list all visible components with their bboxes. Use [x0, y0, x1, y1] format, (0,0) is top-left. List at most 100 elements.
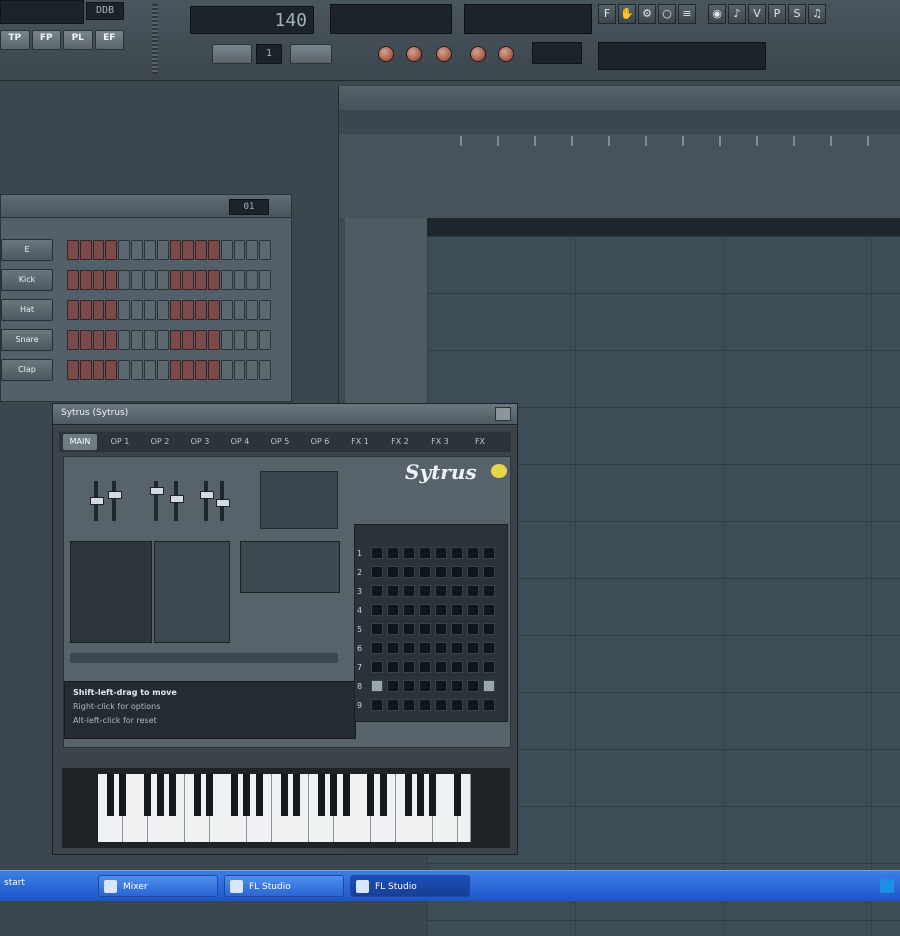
step-button[interactable]: [131, 300, 143, 320]
matrix-cell[interactable]: [387, 680, 399, 692]
tool-gear-icon[interactable]: ⚙: [638, 4, 656, 24]
step-button[interactable]: [220, 330, 233, 350]
step-button[interactable]: [79, 360, 92, 380]
matrix-cell[interactable]: [371, 699, 383, 711]
matrix-cell[interactable]: [419, 680, 431, 692]
matrix-cell[interactable]: [435, 661, 447, 673]
step-button[interactable]: [233, 300, 246, 320]
step-button[interactable]: [156, 270, 169, 290]
step-sequencer-header[interactable]: 01: [1, 195, 291, 218]
step-button[interactable]: [259, 360, 271, 380]
step-button[interactable]: [67, 270, 79, 290]
matrix-cell[interactable]: [435, 566, 447, 578]
main-menu-lcd[interactable]: [0, 0, 84, 24]
piano-keyboard[interactable]: [62, 768, 510, 848]
matrix-cell[interactable]: [451, 604, 463, 616]
step-button[interactable]: [79, 270, 92, 290]
step-button[interactable]: [92, 300, 105, 320]
step-button[interactable]: [182, 360, 195, 380]
fader-5[interactable]: [204, 481, 208, 521]
matrix-cell[interactable]: [419, 604, 431, 616]
fader-cap-4[interactable]: [170, 495, 184, 503]
step-button[interactable]: [195, 240, 207, 260]
matrix-cell[interactable]: [483, 680, 495, 692]
step-button[interactable]: [182, 270, 195, 290]
piano-black-key[interactable]: [156, 774, 164, 816]
xy-pad[interactable]: [70, 541, 152, 643]
piano-black-key[interactable]: [404, 774, 412, 816]
matrix-cell[interactable]: [483, 699, 495, 711]
tool-s-icon[interactable]: S: [788, 4, 806, 24]
step-button[interactable]: [131, 270, 143, 290]
knob-4[interactable]: [470, 46, 486, 62]
step-button[interactable]: [259, 270, 271, 290]
matrix-cell[interactable]: [371, 585, 383, 597]
matrix-cell[interactable]: [387, 642, 399, 654]
step-button[interactable]: [233, 330, 246, 350]
channel-button[interactable]: Clap: [1, 359, 53, 381]
matrix-cell[interactable]: [387, 547, 399, 559]
matrix-cell[interactable]: [403, 604, 415, 616]
tool-bars-icon[interactable]: ≡: [678, 4, 696, 24]
piano-black-key[interactable]: [367, 774, 375, 816]
piano-black-key[interactable]: [144, 774, 152, 816]
matrix-cell[interactable]: [387, 623, 399, 635]
matrix-cell[interactable]: [483, 604, 495, 616]
tool-mic-icon[interactable]: ♪: [728, 4, 746, 24]
matrix-cell[interactable]: [483, 566, 495, 578]
step-button[interactable]: [169, 330, 182, 350]
piano-black-key[interactable]: [330, 774, 338, 816]
sytrus-tab[interactable]: OP 5: [263, 434, 297, 450]
matrix-cell[interactable]: [451, 642, 463, 654]
matrix-cell[interactable]: [435, 623, 447, 635]
step-button[interactable]: [67, 360, 79, 380]
step-button[interactable]: [233, 270, 246, 290]
step-button[interactable]: [67, 330, 79, 350]
piano-black-key[interactable]: [454, 774, 462, 816]
matrix-cell[interactable]: [403, 547, 415, 559]
step-button[interactable]: [259, 300, 271, 320]
matrix-cell[interactable]: [371, 547, 383, 559]
master-volume-knob[interactable]: [378, 46, 394, 62]
fader-2[interactable]: [112, 481, 116, 521]
step-button[interactable]: [207, 300, 220, 320]
matrix-cell[interactable]: [371, 566, 383, 578]
sytrus-tab[interactable]: MAIN: [63, 434, 97, 450]
step-button[interactable]: [105, 240, 118, 260]
step-button[interactable]: [246, 270, 259, 290]
step-button[interactable]: [169, 300, 182, 320]
fp-button[interactable]: FP: [31, 30, 61, 50]
tool-f-icon[interactable]: F: [598, 4, 616, 24]
step-button[interactable]: [207, 270, 220, 290]
knob-3[interactable]: [436, 46, 452, 62]
tool-hand-icon[interactable]: ✋: [618, 4, 636, 24]
piano-black-key[interactable]: [293, 774, 300, 816]
matrix-cell[interactable]: [419, 642, 431, 654]
step-button[interactable]: [195, 300, 207, 320]
sytrus-tab[interactable]: FX 3: [423, 434, 457, 450]
matrix-cell[interactable]: [419, 566, 431, 578]
matrix-cell[interactable]: [403, 642, 415, 654]
knob-5[interactable]: [498, 46, 514, 62]
slider-row[interactable]: [70, 653, 338, 663]
piano-black-key[interactable]: [280, 774, 288, 816]
pattern-button[interactable]: [212, 44, 252, 64]
piano-black-key[interactable]: [417, 774, 424, 816]
panel-grip[interactable]: [152, 4, 158, 74]
step-button[interactable]: [246, 240, 259, 260]
tool-v-icon[interactable]: V: [748, 4, 766, 24]
step-button[interactable]: [182, 330, 195, 350]
piano-black-key[interactable]: [107, 774, 114, 816]
fader-cap-1[interactable]: [90, 497, 104, 505]
piano-black-key[interactable]: [379, 774, 387, 816]
matrix-cell[interactable]: [387, 699, 399, 711]
fader-cap-6[interactable]: [216, 499, 230, 507]
step-button[interactable]: [195, 270, 207, 290]
matrix-cell[interactable]: [467, 566, 479, 578]
fader-cap-3[interactable]: [150, 487, 164, 495]
piano-black-key[interactable]: [255, 774, 263, 816]
piano-black-key[interactable]: [193, 774, 201, 816]
tool-globe-icon[interactable]: ◉: [708, 4, 726, 24]
master-pitch-knob[interactable]: [406, 46, 422, 62]
piano-black-key[interactable]: [119, 774, 127, 816]
